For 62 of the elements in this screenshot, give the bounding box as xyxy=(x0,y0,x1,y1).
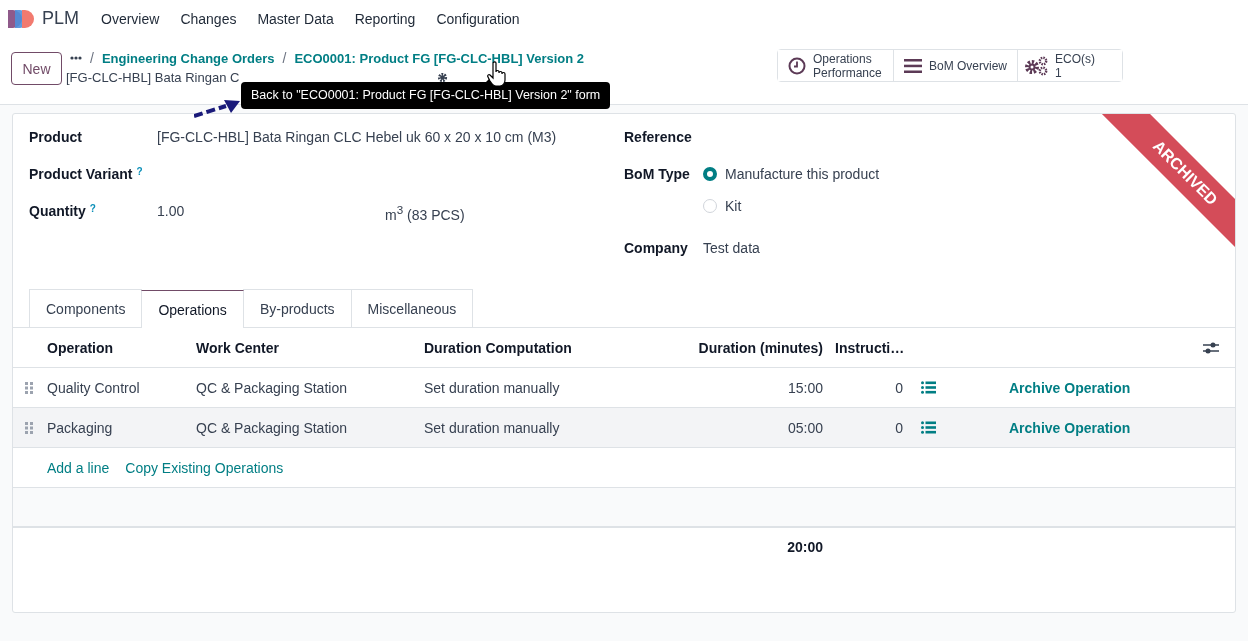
menu-item[interactable]: Configuration xyxy=(436,10,520,27)
column-header[interactable]: Duration (minutes) xyxy=(698,339,823,356)
tab[interactable]: Components xyxy=(29,289,143,327)
field-value: [FG-CLC-HBL] Bata Ringan CLC Hebel uk 60 x 20 x 10 cm (M3) xyxy=(157,129,557,147)
breadcrumb-link[interactable]: ECO0001: Product FG [FG-CLC-HBL] Version 2 xyxy=(294,50,585,66)
list-icon[interactable] xyxy=(921,421,936,434)
breadcrumb-separator: / xyxy=(90,50,94,66)
menu-item[interactable]: Reporting xyxy=(354,10,416,27)
drag-handle-icon[interactable] xyxy=(25,381,33,394)
app-name[interactable]: PLM xyxy=(42,8,79,29)
add-link[interactable]: Add a line xyxy=(47,459,110,476)
column-header[interactable]: Operation xyxy=(47,339,114,356)
arrow-drawing xyxy=(194,100,240,118)
radio-button[interactable] xyxy=(703,167,717,181)
table-cell: Set duration manually xyxy=(424,419,560,436)
field-label: Product Variant $^{?}$ xyxy=(29,166,144,184)
menu-icon xyxy=(904,58,922,73)
settings-icon[interactable] xyxy=(1203,340,1219,355)
field-label: Product xyxy=(29,129,83,147)
logo-icon[interactable] xyxy=(8,9,34,28)
more-icon[interactable] xyxy=(70,56,82,60)
tab[interactable]: Operations xyxy=(141,290,244,328)
tab[interactable]: Miscellaneous xyxy=(350,289,474,327)
table-cell: Packaging xyxy=(47,419,113,436)
field-value: 1.00 xyxy=(157,203,186,221)
table-cell: Set duration manually xyxy=(424,379,560,396)
field-label: Quantity $^{?}$ xyxy=(29,203,97,221)
column-header[interactable]: Duration Computation xyxy=(424,339,572,356)
breadcrumb-link[interactable]: Engineering Change Orders xyxy=(101,50,275,66)
table-cell: QC & Packaging Station xyxy=(196,379,347,396)
menu-item[interactable]: Changes xyxy=(180,10,237,27)
clock-icon xyxy=(788,56,806,75)
breadcrumb-separator: / xyxy=(282,50,287,66)
table-cell: QC & Packaging Station xyxy=(196,419,347,436)
table-cell: Quality Control xyxy=(47,379,140,396)
table-cell: 0 xyxy=(895,379,903,396)
drag-handle-icon[interactable] xyxy=(25,421,33,434)
field-label: BoM Type xyxy=(624,166,691,184)
table-cell: 15:00 xyxy=(787,379,823,396)
unit-value: m$^{3}$ (83 PCS) xyxy=(385,203,465,225)
settings-icon[interactable] xyxy=(437,72,449,83)
field-value: Test data xyxy=(703,240,760,258)
archive-link[interactable]: Archive Operation xyxy=(1009,379,1131,396)
list-icon[interactable] xyxy=(921,381,936,394)
record-title: [FG-CLC-HBL] Bata Ringan C xyxy=(66,70,240,85)
total-duration: 20:00 xyxy=(787,539,823,555)
radio-label[interactable]: Manufacture this product xyxy=(725,166,880,182)
gears-icon xyxy=(1024,55,1049,76)
field-label: Reference xyxy=(624,129,693,147)
table-cell: 0 xyxy=(895,419,903,436)
smart-button[interactable]: Operations Performance xyxy=(778,50,894,81)
archive-link[interactable]: Archive Operation xyxy=(1009,419,1131,436)
table-row[interactable]: Packaging QC & Packaging Station Set duration manually 05:00 0 Archive Operation xyxy=(13,408,1235,448)
column-header[interactable]: Instructi… xyxy=(835,339,905,356)
column-header[interactable]: Work Center xyxy=(196,339,279,356)
menu-item[interactable]: Master Data xyxy=(257,10,334,27)
menu-item[interactable]: Overview xyxy=(101,10,160,27)
field-label: Company xyxy=(624,240,689,258)
add-link[interactable]: Copy Existing Operations xyxy=(125,459,284,476)
new-button[interactable]: New xyxy=(11,52,62,85)
table-cell: 05:00 xyxy=(787,419,823,436)
radio-label[interactable]: Kit xyxy=(725,198,742,214)
